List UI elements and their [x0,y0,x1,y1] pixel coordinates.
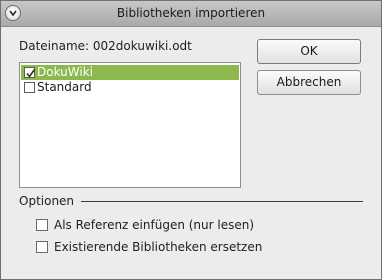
library-item-dokuwiki[interactable]: DokuWiki [21,65,239,80]
title-bar: Bibliotheken importieren [1,1,381,27]
library-item-label: Standard [37,80,92,94]
reference-option-label: Als Referenz einfügen (nur lesen) [54,218,255,232]
library-item-label: DokuWiki [37,65,93,79]
replace-checkbox[interactable] [36,241,48,253]
library-item-standard[interactable]: Standard [21,80,239,95]
replace-option-label: Existierende Bibliotheken ersetzen [54,240,263,254]
options-heading: Optionen [19,194,75,208]
library-checkbox-standard[interactable] [24,82,35,93]
options-divider [81,201,363,202]
checkmark-icon [26,69,36,78]
library-list[interactable]: DokuWiki Standard [19,62,241,188]
ok-button[interactable]: OK [257,39,361,64]
window-title: Bibliotheken importieren [116,6,266,20]
library-checkbox-dokuwiki[interactable] [24,67,36,78]
import-libraries-dialog: Bibliotheken importieren Dateiname: 002d… [0,0,382,280]
filename-label: Dateiname: 002dokuwiki.odt [19,39,192,53]
reference-checkbox[interactable] [36,219,48,231]
cancel-button[interactable]: Abbrechen [257,70,361,95]
